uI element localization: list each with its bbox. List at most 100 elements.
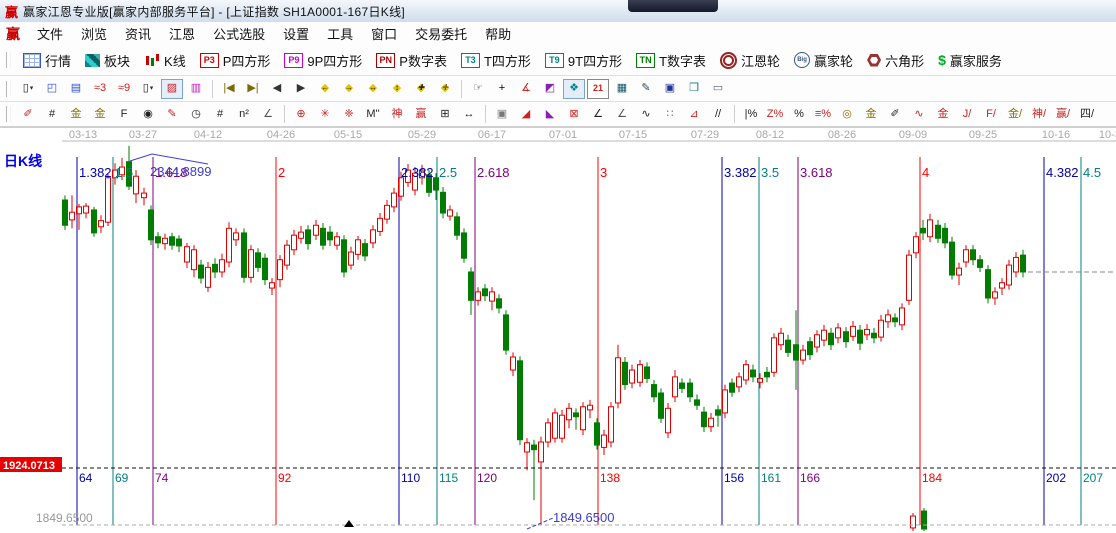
hexagon-button[interactable]: 六角形 [860, 49, 931, 72]
compass-pen-tool[interactable]: ✐ [884, 104, 906, 124]
p-number-table-button[interactable]: PNP数字表 [369, 49, 454, 72]
spiral-tool[interactable]: ◉ [137, 104, 159, 124]
red-wave-tool[interactable]: ∿ [908, 104, 930, 124]
zigzag-percent-tool[interactable]: Z% [764, 104, 786, 124]
parallel-lines-tool[interactable]: // [707, 104, 729, 124]
crosshair-button[interactable]: + [491, 79, 513, 99]
save-button[interactable]: ▣ [659, 79, 681, 99]
span-measure-tool[interactable]: ↔ [458, 104, 480, 124]
title-bar[interactable]: 赢 赢家江恩专业版[赢家内部服务平台] - [上证指数 SH1A0001-167… [0, 0, 1116, 23]
calendar-button[interactable]: 21 [587, 79, 609, 99]
last-page-button[interactable]: ▶| [242, 79, 264, 99]
wave-3-button[interactable]: ≈3 [89, 79, 111, 99]
trend-angle2-tool[interactable]: ∠ [611, 104, 633, 124]
winner-wheel-button[interactable]: Big赢家轮 [787, 49, 860, 72]
highlight-tool-button[interactable]: ◩ [539, 79, 561, 99]
sectors-button[interactable]: 板块 [78, 49, 137, 72]
percent-lines-tool[interactable]: ≡% [812, 104, 834, 124]
menu-item-0[interactable]: 文件 [28, 21, 72, 46]
percent-lines-icon: ≡% [815, 109, 831, 120]
shen-angle-tool[interactable]: 神/ [1028, 104, 1050, 124]
golden-angle-tool[interactable]: 金/ [1004, 104, 1026, 124]
prev-bar-button[interactable]: ◀ [266, 79, 288, 99]
angle-tool[interactable]: ∠ [257, 104, 279, 124]
fibonacci-tool[interactable]: F [113, 104, 135, 124]
golden-box-tool[interactable]: 金 [932, 104, 954, 124]
diamond-scroll-right-button[interactable]: ◆→ [338, 79, 360, 99]
box-frame-tool[interactable]: ▣ [491, 104, 513, 124]
golden-circle-tool[interactable]: ◎ [836, 104, 858, 124]
ying-grid-tool[interactable]: 赢 [410, 104, 432, 124]
fan-lines-tool[interactable]: ◢ [515, 104, 537, 124]
gann-target-tool[interactable]: ⊕ [290, 104, 312, 124]
menu-item-8[interactable]: 交易委托 [406, 21, 476, 46]
x-cross-box-tool[interactable]: ⊠ [563, 104, 585, 124]
f-angle-tool[interactable]: F/ [980, 104, 1002, 124]
wave-9-button[interactable]: ≈9 [113, 79, 135, 99]
menu-item-7[interactable]: 窗口 [362, 21, 406, 46]
menu-item-1[interactable]: 浏览 [72, 21, 116, 46]
nine-p-square-button[interactable]: P99P四方形 [277, 49, 369, 72]
p-square-button[interactable]: P3P四方形 [193, 49, 278, 72]
gann-star-box-tool[interactable]: ❈ [338, 104, 360, 124]
fan-box-tool[interactable]: ◣ [539, 104, 561, 124]
square-of-nine-tool[interactable]: n² [233, 104, 255, 124]
menu-item-6[interactable]: 工具 [318, 21, 362, 46]
winner-service-button[interactable]: $赢家服务 [931, 49, 1009, 72]
grid-vector-tool[interactable]: ⊿ [683, 104, 705, 124]
marker-pen-tool[interactable]: ✎ [161, 104, 183, 124]
ying-angle-tool[interactable]: 赢/ [1052, 104, 1074, 124]
bar-count-tool[interactable]: # [209, 104, 231, 124]
t-square-button[interactable]: T3T四方形 [454, 49, 538, 72]
trend-angle-tool[interactable]: ∠ [587, 104, 609, 124]
diamond-zoom-out-button[interactable]: ◆✛ [434, 79, 456, 99]
wave-marks-tool[interactable]: M'' [362, 104, 384, 124]
diamond-scroll-left-button[interactable]: ◆← [314, 79, 336, 99]
golden-section-tool[interactable]: 金 [65, 104, 87, 124]
kline-button[interactable]: K线 [137, 49, 193, 72]
bar-style-button[interactable]: ▯▾ [137, 79, 159, 99]
menu-item-5[interactable]: 设置 [274, 21, 318, 46]
print-button[interactable]: ▭ [707, 79, 729, 99]
first-page-button[interactable]: |◀ [218, 79, 240, 99]
export-web-button[interactable]: ❒ [683, 79, 705, 99]
list-view-button[interactable]: ▤ [65, 79, 87, 99]
j-angle-tool[interactable]: J/ [956, 104, 978, 124]
region-chart-button[interactable]: ◰ [41, 79, 63, 99]
menu-item-3[interactable]: 江恩 [160, 21, 204, 46]
notes-button[interactable]: ✎ [635, 79, 657, 99]
menu-item-2[interactable]: 资讯 [116, 21, 160, 46]
ruler-grid-tool[interactable]: ⊞ [434, 104, 456, 124]
si-angle-tool[interactable]: 四/ [1076, 104, 1098, 124]
diamond-h-zoom-button[interactable]: ◆↔ [362, 79, 384, 99]
dot-grid-tool[interactable]: ∷ [659, 104, 681, 124]
price-bars-percent-tool[interactable]: |% [740, 104, 762, 124]
percent-tool[interactable]: % [788, 104, 810, 124]
calculator-button[interactable]: ▦ [611, 79, 633, 99]
next-bar-button[interactable]: ▶ [290, 79, 312, 99]
gann-wheel-button[interactable]: 江恩轮 [713, 49, 787, 72]
gann-bird-button[interactable]: ❖ [563, 79, 585, 99]
nine-t-square-button[interactable]: T99T四方形 [538, 49, 629, 72]
angle-measure-button[interactable]: ∡ [515, 79, 537, 99]
pan-hand-button[interactable]: ☞ [467, 79, 489, 99]
diamond-zoom-in-button[interactable]: ◆✚ [410, 79, 432, 99]
chart-area[interactable]: 03-1303-2704-1204-2605-1505-2906-1707-01… [0, 128, 1116, 533]
gann-star-tool[interactable]: ✳ [314, 104, 336, 124]
menu-item-4[interactable]: 公式选股 [204, 21, 274, 46]
golden-lines-tool[interactable]: 金 [860, 104, 882, 124]
gann-pen-tool[interactable]: ✐ [17, 104, 39, 124]
menu-item-9[interactable]: 帮助 [476, 21, 520, 46]
golden-grid-tool[interactable]: 金 [89, 104, 111, 124]
shen-grid-tool[interactable]: 神 [386, 104, 408, 124]
t-number-table-button[interactable]: TNT数字表 [629, 49, 713, 72]
grid-ticks-tool[interactable]: # [41, 104, 63, 124]
diamond-v-zoom-button[interactable]: ◆↕ [386, 79, 408, 99]
time-cycle-tool[interactable]: ◷ [185, 104, 207, 124]
quotes-button[interactable]: 行情 [16, 49, 78, 72]
gann-count-label: 166 [800, 471, 820, 485]
candle-style-button[interactable]: ▯▾ [17, 79, 39, 99]
indicator-chart-button[interactable]: ▥ [185, 79, 207, 99]
pattern-search-button[interactable]: ▨ [161, 79, 183, 99]
wave-line-tool[interactable]: ∿ [635, 104, 657, 124]
